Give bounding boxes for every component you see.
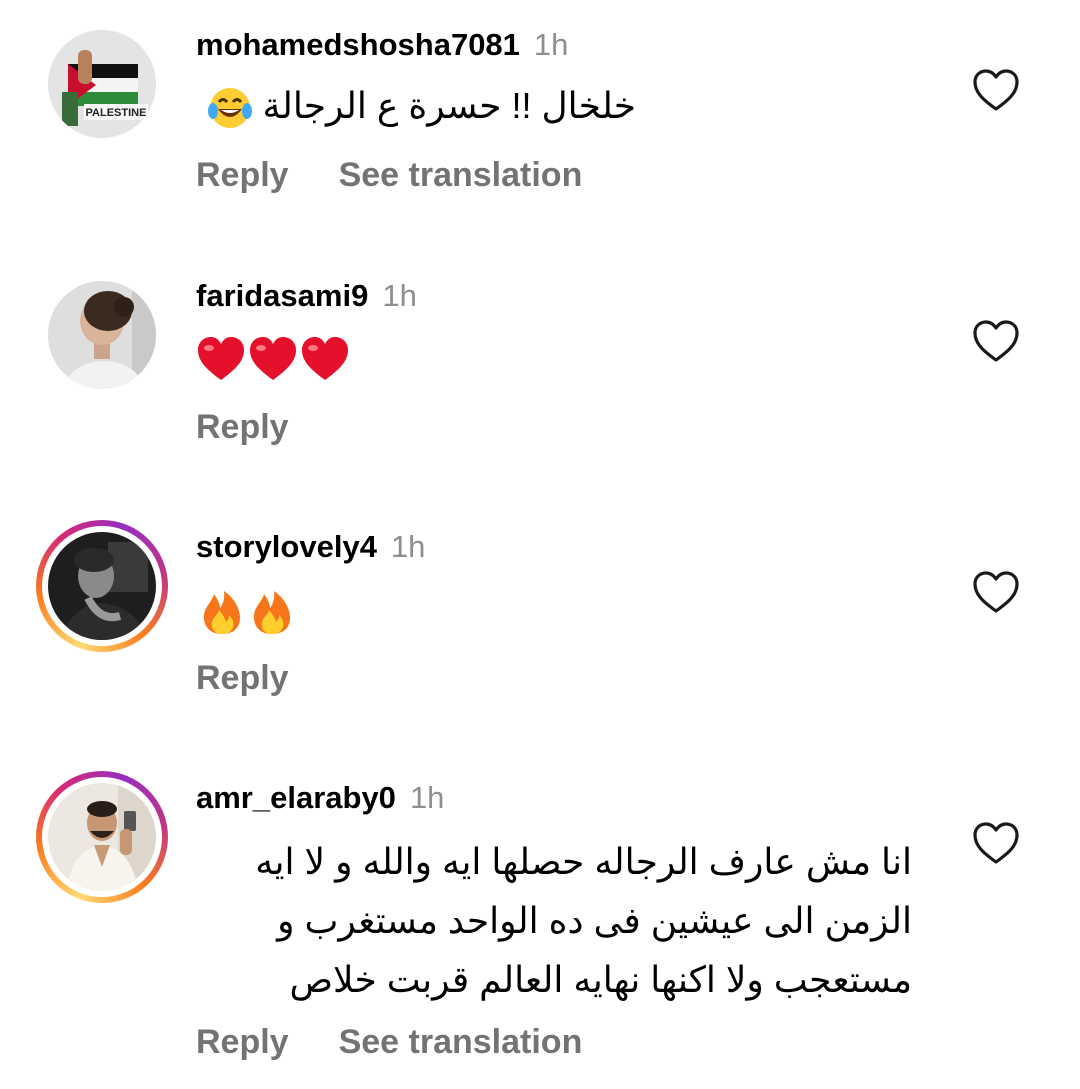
reply-button[interactable]: Reply (196, 659, 289, 697)
comment-text: انا مش عارف الرجاله حصلها ايه والله و لا… (196, 832, 912, 1009)
heart-outline-icon[interactable] (972, 821, 1020, 865)
avatar-with-story-ring[interactable] (36, 771, 168, 903)
see-translation-button[interactable]: See translation (339, 1023, 583, 1061)
username[interactable]: faridasami9 (196, 278, 368, 313)
username[interactable]: amr_elaraby0 (196, 780, 396, 815)
red-heart-icon (198, 337, 244, 380)
comment-header: mohamedshosha7081 1h (196, 25, 568, 65)
comment-emoji-row (196, 336, 350, 384)
comment-text: خلخال !! حسرة ع الرجالة (196, 78, 636, 134)
fire-icon (203, 591, 240, 634)
svg-text:PALESTINE: PALESTINE (86, 107, 147, 119)
comment-text-line: مستعجب ولا اكنها نهايه العالم قربت خلاص (289, 959, 912, 1000)
username[interactable]: mohamedshosha7081 (196, 27, 520, 62)
heart-outline-icon[interactable] (972, 319, 1020, 363)
comment-actions: Reply (196, 407, 289, 447)
avatar (48, 783, 156, 891)
reply-button[interactable]: Reply (196, 156, 289, 194)
red-heart-icon (250, 337, 296, 380)
reply-button[interactable]: Reply (196, 1023, 289, 1061)
comment-actions: Reply See translation (196, 155, 582, 195)
comment-header: amr_elaraby0 1h (196, 778, 444, 818)
heart-outline-icon[interactable] (972, 68, 1020, 112)
man-portrait-avatar-image (48, 532, 156, 640)
reply-button[interactable]: Reply (196, 408, 289, 446)
timestamp: 1h (382, 278, 417, 313)
comment-text-content: خلخال !! حسرة ع الرجالة (262, 85, 636, 126)
comment-emoji-row (198, 588, 296, 636)
fire-icon (253, 591, 290, 634)
comment-header: faridasami9 1h (196, 276, 417, 316)
comment-actions: Reply See translation (196, 1022, 582, 1062)
comment-text-line: انا مش عارف الرجاله حصلها ايه والله و لا… (255, 841, 912, 882)
avatar-with-story-ring[interactable] (36, 520, 168, 652)
avatar (48, 532, 156, 640)
avatar[interactable] (48, 281, 156, 389)
heart-outline-icon[interactable] (972, 570, 1020, 614)
red-heart-icon (302, 337, 348, 380)
palestine-avatar-image: PALESTINE (48, 30, 156, 138)
timestamp: 1h (533, 27, 569, 62)
man-selfie-avatar-image (48, 783, 156, 891)
timestamp: 1h (409, 780, 445, 815)
comment-actions: Reply (196, 658, 289, 698)
comment-header: storylovely4 1h (196, 527, 425, 567)
timestamp: 1h (390, 529, 426, 564)
avatar[interactable]: PALESTINE (48, 30, 156, 138)
woman-profile-avatar-image (48, 281, 156, 389)
username[interactable]: storylovely4 (196, 529, 377, 564)
laughing-tears-emoji-icon (207, 88, 252, 129)
see-translation-button[interactable]: See translation (339, 156, 583, 194)
comment-text-line: الزمن الى عيشين فى ده الواحد مستغرب و (277, 900, 912, 941)
